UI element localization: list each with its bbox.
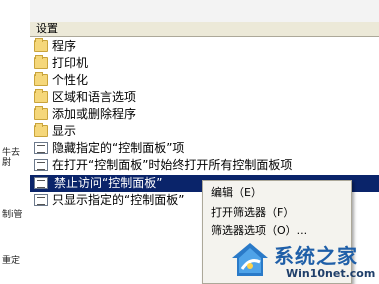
folder-icon (34, 38, 48, 52)
policy-setting-icon (34, 194, 48, 206)
left-navigation-strip: 牛去尉 制i管 重定 (0, 0, 30, 284)
policy-label: 禁止访问“控制面板” (50, 175, 167, 192)
column-header-settings[interactable]: 设置 (30, 22, 379, 37)
folder-icon (34, 123, 48, 137)
side-label: 制i管 (2, 210, 23, 220)
list-item-label: 打印机 (52, 56, 89, 70)
policy-label: 只显示指定的“控制面板” (52, 193, 185, 207)
menu-item-edit[interactable]: 编辑（E） (211, 185, 262, 201)
list-item-label: 个性化 (52, 73, 89, 87)
watermark-title: 系统之家 (274, 244, 358, 268)
list-item[interactable]: 个性化 (30, 72, 379, 89)
list-item[interactable]: 添加或删除程序 (30, 106, 379, 123)
house-logo-icon (232, 243, 268, 276)
policy-setting-icon (34, 142, 48, 154)
side-label: 重定 (2, 256, 21, 266)
policy-row[interactable]: 在打开“控制面板”时始终打开所有控制面板项 (30, 157, 379, 174)
list-item[interactable]: 程序 (30, 38, 379, 55)
policy-setting-icon (34, 159, 48, 171)
list-item-label: 添加或删除程序 (52, 107, 137, 121)
column-header-label: 设置 (36, 22, 58, 35)
folder-icon (34, 55, 48, 69)
policy-setting-icon (34, 177, 48, 189)
list-item-label: 显示 (52, 124, 77, 138)
side-label: 牛去尉 (2, 148, 21, 168)
policy-label: 在打开“控制面板”时始终打开所有控制面板项 (52, 158, 293, 172)
list-item-label: 区域和语言选项 (52, 90, 137, 104)
menu-item-open-filter[interactable]: 打开筛选器（F） (211, 205, 294, 221)
list-item[interactable]: 区域和语言选项 (30, 89, 379, 106)
list-item-label: 程序 (52, 39, 77, 53)
folder-icon (34, 72, 48, 86)
folder-icon (34, 106, 48, 120)
policy-label: 隐藏指定的“控制面板”项 (52, 141, 185, 155)
watermark-url: Win10net.com (286, 267, 376, 280)
list-item[interactable]: 显示 (30, 123, 379, 140)
list-item[interactable]: 打印机 (30, 55, 379, 72)
folder-icon (34, 89, 48, 103)
pane-top-area (30, 0, 379, 22)
policy-row[interactable]: 隐藏指定的“控制面板”项 (30, 140, 379, 157)
watermark: 系统之家 Win10net.com (230, 236, 379, 284)
